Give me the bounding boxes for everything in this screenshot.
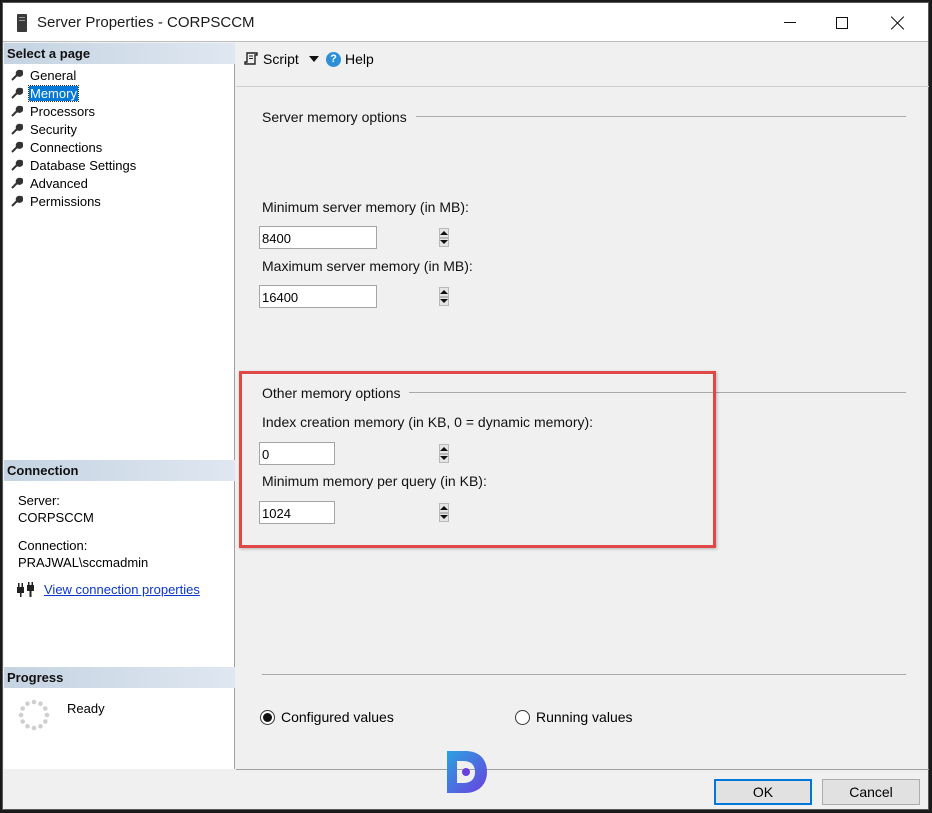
- close-button[interactable]: [875, 3, 921, 42]
- sidebar-item-label: Permissions: [30, 193, 101, 209]
- page-nav: General Memory Processors Security Conne…: [4, 66, 234, 210]
- index-creation-memory-stepper: [259, 442, 449, 465]
- increment-button[interactable]: [439, 444, 449, 454]
- radio-unchecked-icon: [515, 709, 530, 725]
- sidebar-item-memory[interactable]: Memory: [4, 84, 234, 102]
- view-connection-properties-link[interactable]: View connection properties: [44, 582, 200, 597]
- decrement-button[interactable]: [439, 512, 449, 522]
- min-server-memory-stepper: [259, 226, 449, 249]
- configured-values-radio[interactable]: Configured values: [260, 709, 394, 725]
- cancel-button[interactable]: Cancel: [822, 779, 920, 805]
- index-creation-memory-label: Index creation memory (in KB, 0 = dynami…: [262, 414, 594, 430]
- sidebar-item-connections[interactable]: Connections: [4, 138, 234, 156]
- radio-checked-icon: [260, 709, 275, 725]
- increment-button[interactable]: [439, 503, 449, 513]
- sidebar-item-permissions[interactable]: Permissions: [4, 192, 234, 210]
- window-title: Server Properties - CORPSCCM: [37, 14, 255, 31]
- minimize-button[interactable]: [767, 3, 813, 42]
- index-creation-memory-input[interactable]: [260, 443, 438, 464]
- server-memory-options-title: Server memory options: [262, 109, 407, 125]
- group-divider: [409, 392, 906, 393]
- max-server-memory-label: Maximum server memory (in MB):: [262, 258, 473, 274]
- sidebar-item-label: Security: [30, 121, 77, 137]
- increment-button[interactable]: [439, 228, 449, 238]
- connection-info: Connection: PRAJWAL\sccmadmin: [18, 537, 148, 571]
- server-value: CORPSCCM: [18, 510, 94, 525]
- decrement-button[interactable]: [439, 453, 449, 463]
- wrench-icon: [11, 105, 23, 117]
- wrench-icon: [11, 195, 23, 207]
- max-server-memory-stepper: [259, 285, 449, 308]
- min-memory-per-query-stepper: [259, 501, 449, 524]
- script-icon: [244, 52, 258, 65]
- maximize-icon: [836, 16, 848, 29]
- connection-value: PRAJWAL\sccmadmin: [18, 555, 149, 570]
- min-memory-per-query-label: Minimum memory per query (in KB):: [262, 473, 487, 489]
- sidebar-item-general[interactable]: General: [4, 66, 234, 84]
- min-server-memory-input[interactable]: [260, 227, 438, 248]
- sidebar-item-processors[interactable]: Processors: [4, 102, 234, 120]
- min-memory-per-query-input[interactable]: [260, 502, 438, 523]
- view-connection-properties-row: View connection properties: [16, 581, 200, 597]
- sidebar-item-label: Memory: [28, 84, 79, 102]
- connection-label: Connection:: [18, 538, 88, 553]
- progress-spinner-icon: [18, 699, 50, 731]
- progress-status: Ready: [67, 701, 105, 716]
- view-mode-divider: [262, 674, 906, 675]
- server-info: Server: CORPSCCM: [18, 492, 94, 526]
- wrench-icon: [11, 87, 23, 99]
- select-page-header: Select a page: [4, 43, 235, 64]
- server-properties-dialog: Server Properties - CORPSCCM Select a pa…: [2, 2, 929, 810]
- sidebar-item-label: Database Settings: [30, 157, 137, 173]
- increment-button[interactable]: [439, 287, 449, 297]
- other-memory-options-title: Other memory options: [262, 385, 401, 401]
- plug-icon: [17, 582, 34, 597]
- sidebar-item-database-settings[interactable]: Database Settings: [4, 156, 234, 174]
- wrench-icon: [11, 69, 23, 81]
- sidebar-item-label: General: [30, 67, 77, 83]
- title-bar: Server Properties - CORPSCCM: [3, 3, 928, 42]
- wrench-icon: [11, 159, 23, 171]
- sidebar-item-label: Connections: [30, 139, 103, 155]
- sidebar: Select a page General Memory Processors …: [4, 43, 235, 769]
- script-button[interactable]: Script: [244, 51, 319, 67]
- wrench-icon: [11, 177, 23, 189]
- close-icon: [891, 16, 905, 30]
- min-server-memory-label: Minimum server memory (in MB):: [262, 199, 469, 215]
- server-label: Server:: [18, 493, 60, 508]
- progress-header: Progress: [4, 667, 235, 688]
- configured-values-label: Configured values: [281, 709, 394, 725]
- decrement-button[interactable]: [439, 237, 449, 247]
- ok-button[interactable]: OK: [714, 779, 812, 805]
- help-button[interactable]: ? Help: [326, 51, 374, 67]
- running-values-radio[interactable]: Running values: [515, 709, 633, 725]
- help-label: Help: [345, 51, 374, 67]
- watermark-logo-icon: [447, 751, 487, 793]
- help-icon: ?: [326, 51, 341, 67]
- maximize-button[interactable]: [819, 3, 865, 42]
- decrement-button[interactable]: [439, 296, 449, 306]
- sidebar-item-label: Processors: [30, 103, 96, 119]
- chevron-down-icon[interactable]: [308, 56, 319, 62]
- sidebar-item-security[interactable]: Security: [4, 120, 234, 138]
- footer-divider: [236, 769, 929, 770]
- sidebar-item-advanced[interactable]: Advanced: [4, 174, 234, 192]
- server-icon: [17, 14, 27, 32]
- script-label: Script: [263, 51, 299, 67]
- wrench-icon: [11, 123, 23, 135]
- minimize-icon: [784, 22, 796, 23]
- connection-header: Connection: [4, 460, 235, 481]
- max-server-memory-input[interactable]: [260, 286, 438, 307]
- wrench-icon: [11, 141, 23, 153]
- sidebar-item-label: Advanced: [30, 175, 88, 191]
- running-values-label: Running values: [536, 709, 633, 725]
- group-divider: [416, 116, 906, 117]
- toolbar: Script ? Help: [236, 43, 929, 87]
